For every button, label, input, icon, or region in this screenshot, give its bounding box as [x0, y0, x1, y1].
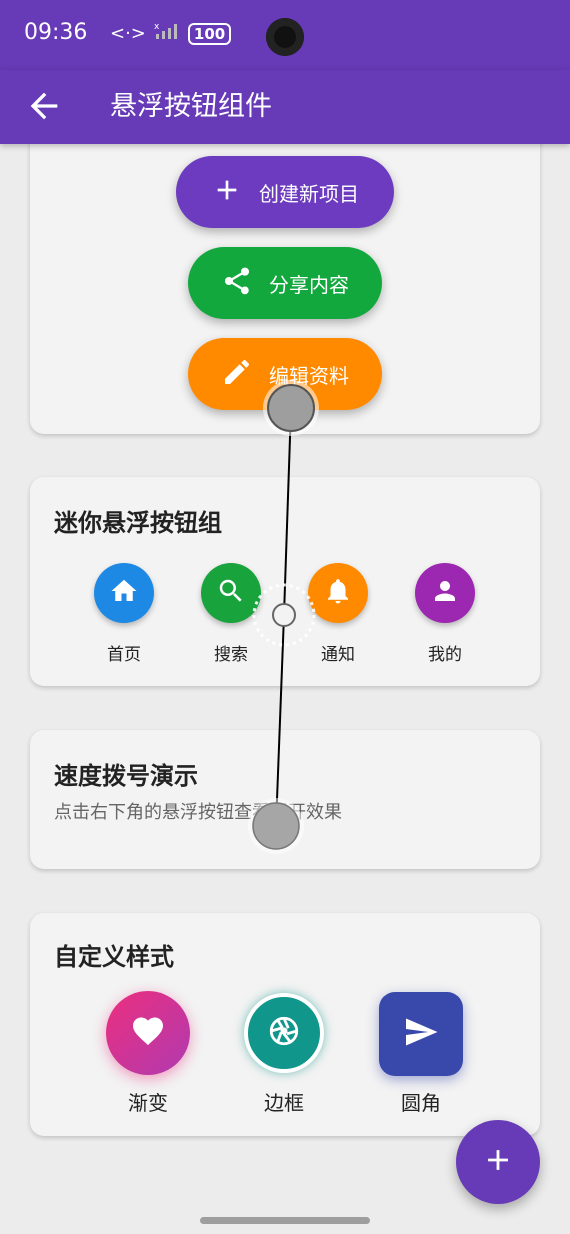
speed-dial-card: 速度拨号演示 点击右下角的悬浮按钮查看展开效果 [30, 730, 540, 869]
signal-icon: x [154, 22, 180, 45]
home-mini-button[interactable] [94, 563, 154, 623]
gradient-label: 渐变 [128, 1091, 168, 1115]
network-icon: <·> [110, 23, 146, 44]
home-icon [109, 576, 139, 610]
plus-icon [481, 1143, 515, 1181]
svg-text:x: x [154, 22, 160, 32]
page-title: 悬浮按钮组件 [110, 91, 272, 122]
status-bar: 09:36 <·> x 100 [0, 0, 570, 70]
app-bar: 悬浮按钮组件 [0, 70, 570, 144]
share-content-label: 分享内容 [269, 272, 349, 297]
search-mini-button[interactable] [201, 563, 261, 623]
edit-profile-label: 编辑资料 [269, 363, 349, 388]
profile-label: 我的 [428, 645, 462, 665]
heart-icon [130, 1013, 166, 1053]
share-content-button[interactable]: 分享内容 [188, 247, 382, 319]
create-project-label: 创建新项目 [259, 181, 359, 206]
speed-dial-subtitle: 点击右下角的悬浮按钮查看展开效果 [54, 802, 342, 823]
rounded-label: 圆角 [401, 1091, 441, 1115]
notification-label: 通知 [321, 645, 355, 665]
search-icon [216, 576, 246, 610]
battery-icon: 100 [187, 22, 232, 45]
edit-profile-button[interactable]: 编辑资料 [188, 338, 382, 410]
back-arrow-icon[interactable] [24, 86, 64, 126]
rounded-button[interactable] [379, 992, 463, 1076]
status-icons: <·> x 100 [110, 22, 232, 45]
person-icon [430, 576, 460, 610]
add-fab-button[interactable] [456, 1120, 540, 1204]
mini-fab-title: 迷你悬浮按钮组 [54, 509, 222, 537]
mini-fab-card: 迷你悬浮按钮组 首页 搜索 通知 我的 [30, 477, 540, 686]
aperture-icon [267, 1014, 301, 1052]
status-time: 09:36 [24, 20, 88, 45]
gradient-button[interactable] [106, 991, 190, 1075]
pencil-icon [221, 356, 253, 393]
share-icon [221, 265, 253, 302]
home-indicator [200, 1217, 370, 1224]
camera-cutout [266, 18, 304, 56]
custom-style-card: 自定义样式 渐变 边框 圆角 [30, 913, 540, 1136]
extended-fab-card: 创建新项目 分享内容 编辑资料 [30, 120, 540, 434]
custom-style-title: 自定义样式 [54, 943, 174, 971]
notification-mini-button[interactable] [308, 563, 368, 623]
speed-dial-title: 速度拨号演示 [54, 762, 198, 790]
bordered-label: 边框 [264, 1091, 304, 1115]
plus-icon [211, 174, 243, 211]
create-project-button[interactable]: 创建新项目 [176, 156, 394, 228]
bell-icon [323, 576, 353, 610]
bordered-button[interactable] [244, 993, 324, 1073]
home-label: 首页 [107, 645, 141, 665]
send-icon [403, 1014, 439, 1054]
search-label: 搜索 [214, 645, 248, 665]
profile-mini-button[interactable] [415, 563, 475, 623]
